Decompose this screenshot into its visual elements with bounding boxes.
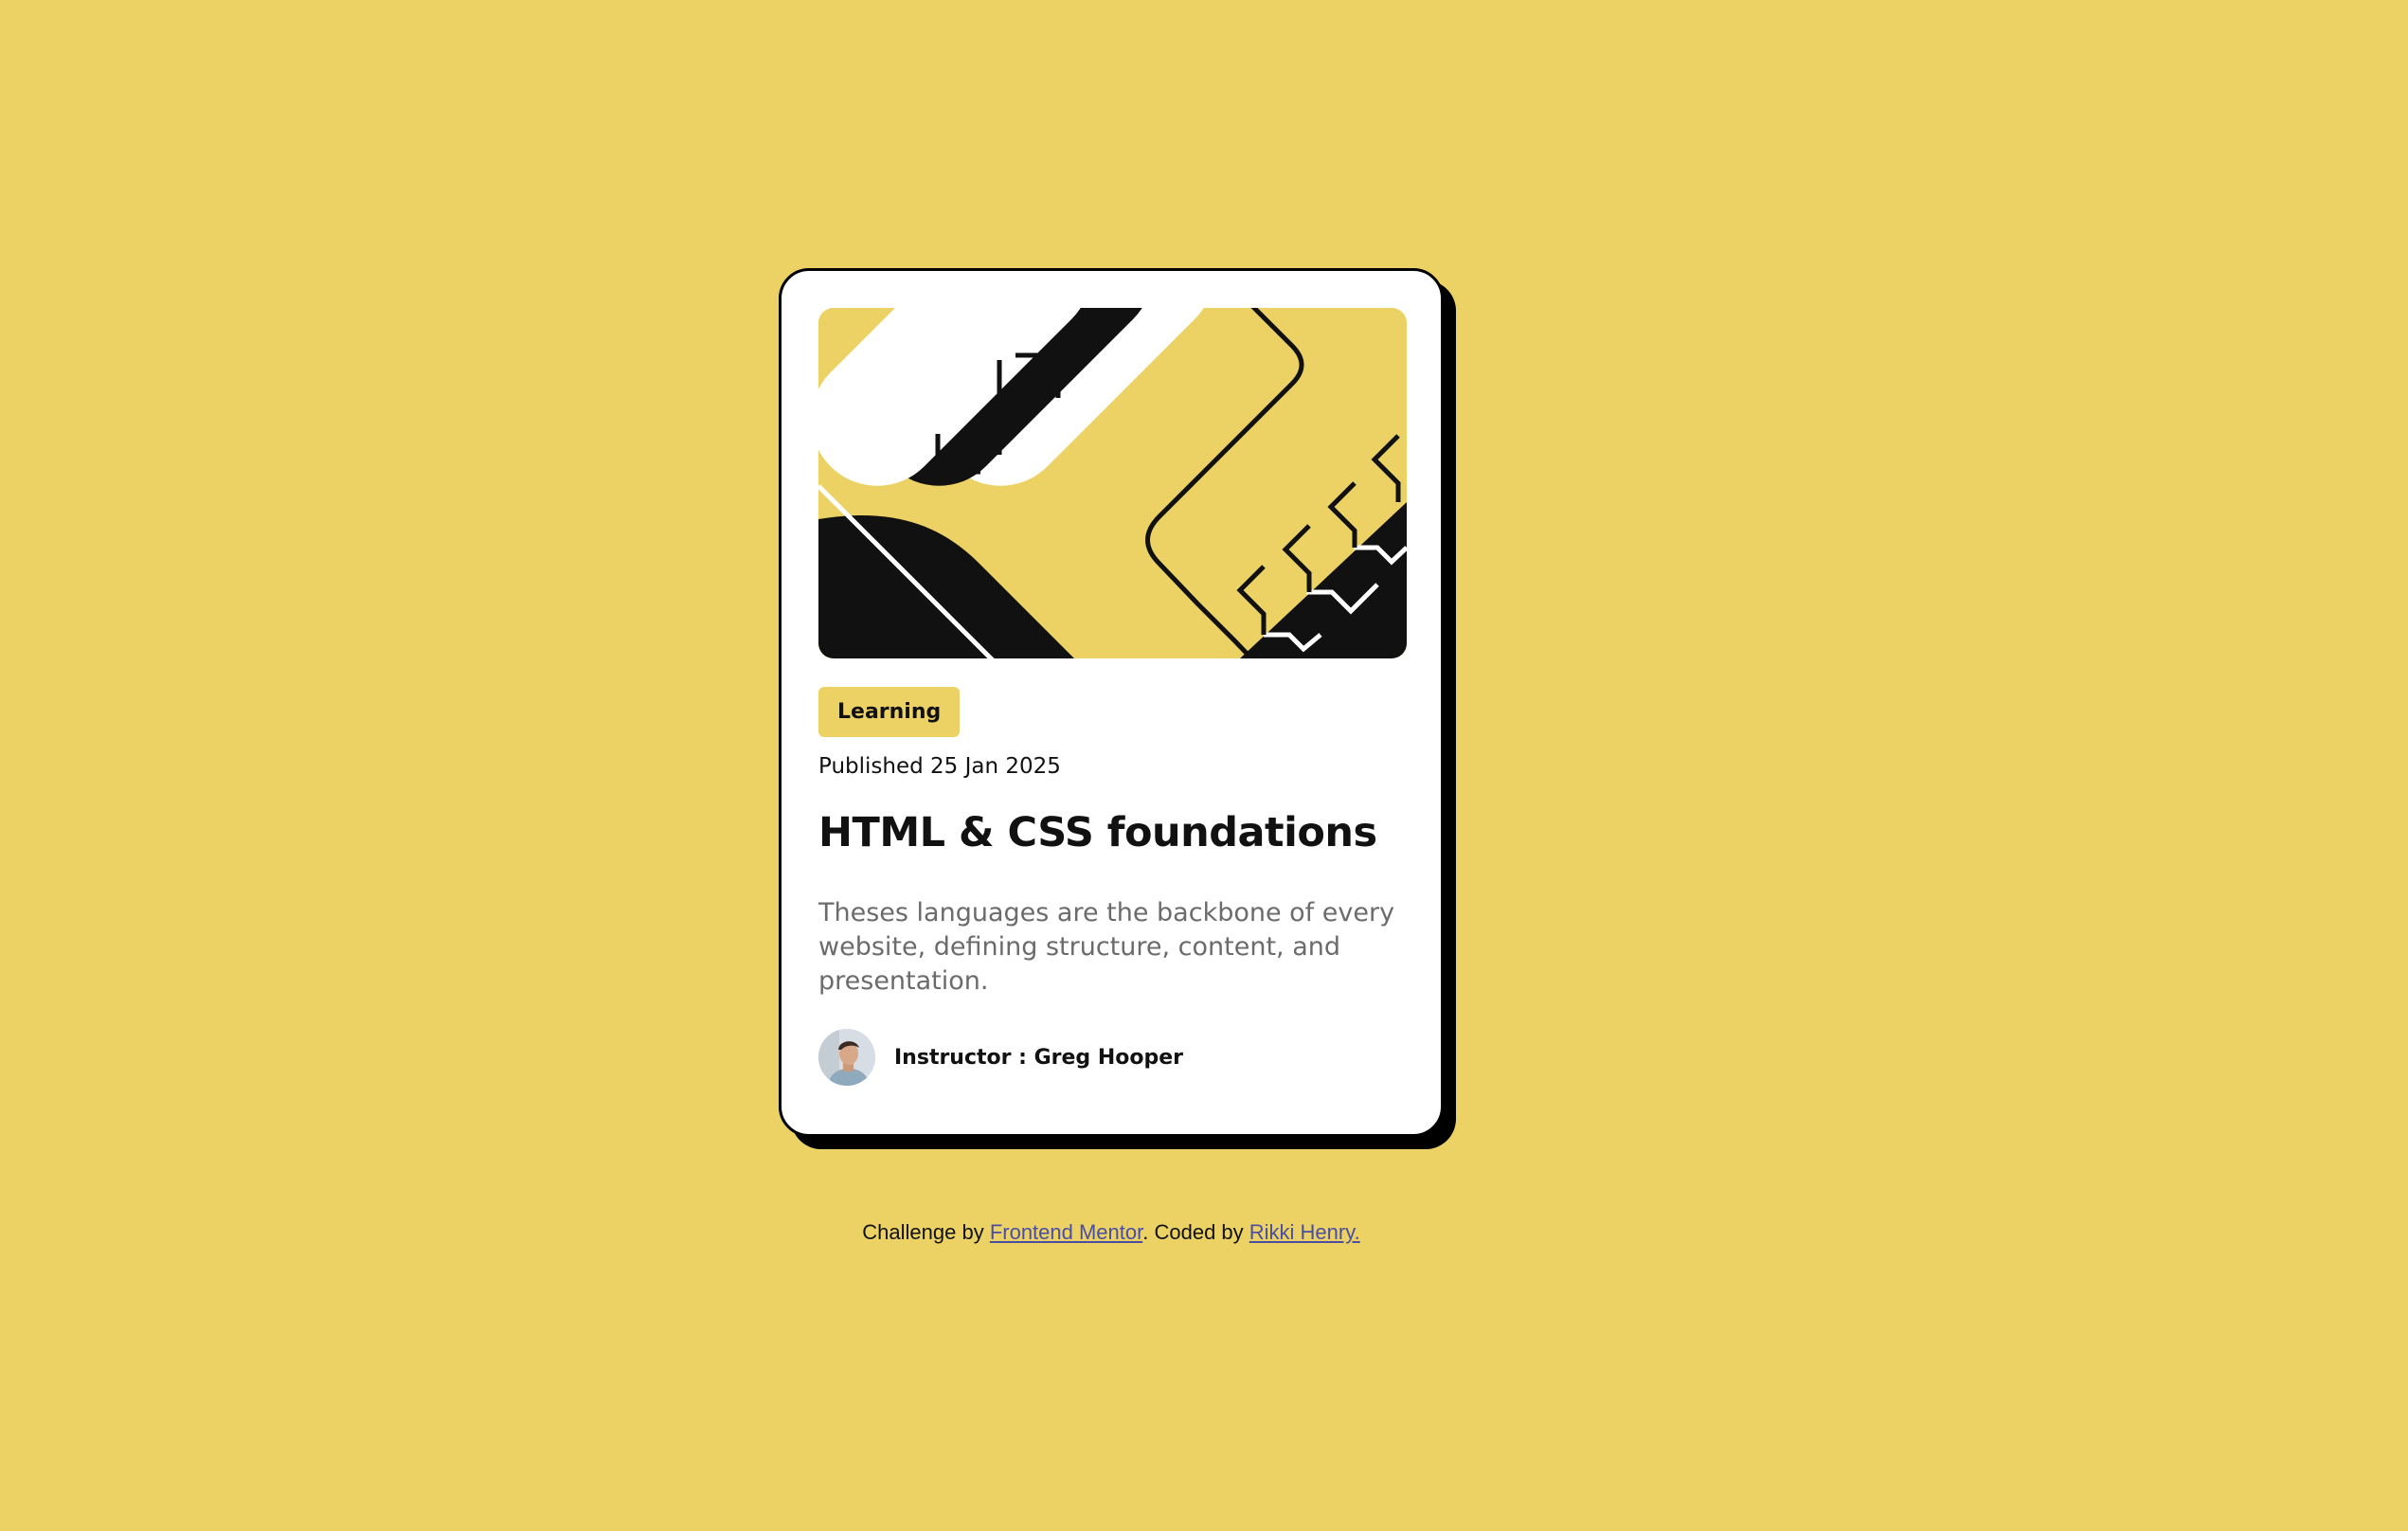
published-date: Published 25 Jan 2025 xyxy=(818,754,1061,779)
author-row: Instructor : Greg Hooper xyxy=(818,1029,1183,1086)
attribution-prefix: Challenge by xyxy=(862,1220,990,1244)
page: { "card": { "category": "Learning", "pub… xyxy=(0,0,2408,1531)
attribution-middle: . Coded by xyxy=(1142,1220,1249,1244)
card-description: Theses languages are the backbone of eve… xyxy=(818,898,1395,996)
blog-preview-card: Learning Published 25 Jan 2025 HTML & CS… xyxy=(779,268,1444,1137)
hero-illustration xyxy=(818,308,1407,658)
person-icon xyxy=(818,1029,875,1086)
card-title[interactable]: HTML & CSS foundations xyxy=(818,809,1377,856)
frontend-mentor-link[interactable]: Frontend Mentor xyxy=(990,1220,1142,1244)
category-badge: Learning xyxy=(818,687,961,737)
author-link[interactable]: Rikki Henry. xyxy=(1249,1220,1360,1244)
author-name: Instructor : Greg Hooper xyxy=(894,1045,1184,1070)
attribution: Challenge by Frontend Mentor. Coded by R… xyxy=(0,1220,2222,1245)
avatar xyxy=(818,1029,875,1086)
